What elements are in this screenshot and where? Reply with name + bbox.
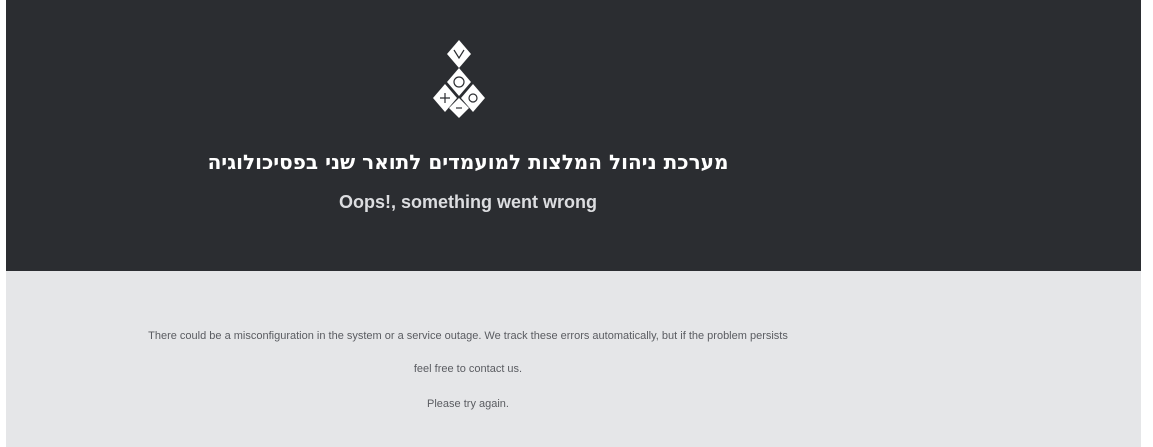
- retry-message: Please try again.: [427, 398, 509, 410]
- error-message-line-1: There could be a misconfiguration in the…: [148, 330, 788, 342]
- error-body: There could be a misconfiguration in the…: [6, 271, 1141, 447]
- error-message-line-2: feel free to contact us.: [413, 363, 523, 375]
- error-header: מערכת ניהול המלצות למועמדים לתואר שני בפ…: [6, 0, 1141, 271]
- page-title: מערכת ניהול המלצות למועמדים לתואר שני בפ…: [207, 150, 729, 174]
- error-heading: Oops!, something went wrong: [339, 192, 597, 212]
- error-page: מערכת ניהול המלצות למועמדים לתואר שני בפ…: [6, 0, 1141, 447]
- institution-logo-icon: [433, 40, 485, 118]
